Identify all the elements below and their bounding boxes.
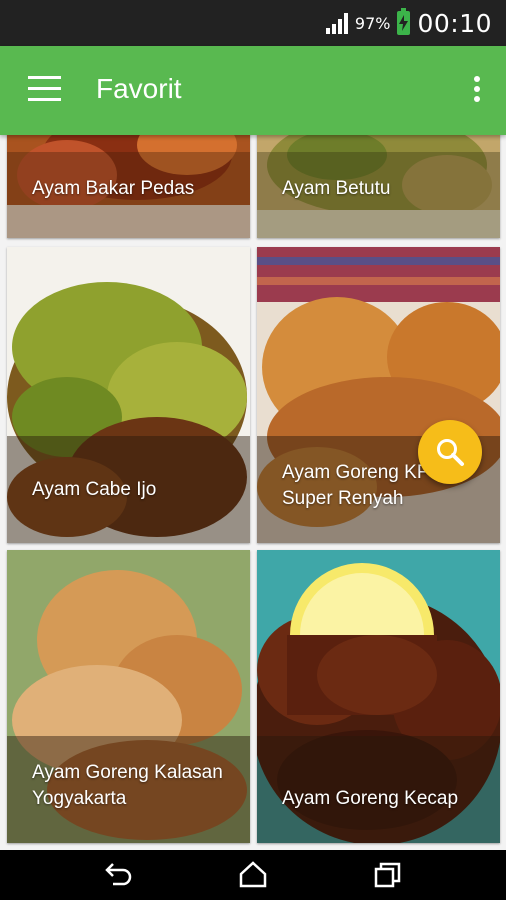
recipe-card[interactable]: Ayam Betutu (257, 135, 500, 238)
recipe-card[interactable]: Ayam Goreng KFC Super Renyah (257, 247, 500, 543)
home-icon[interactable] (235, 858, 271, 892)
app-bar: Favorit (0, 46, 506, 135)
recipe-name: Ayam Bakar Pedas (32, 178, 195, 199)
recipe-name: Ayam Betutu (282, 178, 391, 199)
recipe-card[interactable]: Ayam Goreng Kecap (257, 550, 500, 843)
navigation-bar (0, 850, 506, 900)
recipe-name: Ayam Goreng Kalasan Yogyakarta (32, 762, 223, 809)
overflow-menu-icon[interactable] (462, 72, 492, 112)
favorites-grid: Ayam Bakar Pedas Ayam Betutu Ayam Cabe I… (0, 135, 506, 850)
status-bar: 97% 00:10 (0, 0, 506, 46)
recipe-card[interactable]: Ayam Bakar Pedas (7, 135, 250, 238)
search-icon (437, 439, 464, 466)
recent-apps-icon[interactable] (370, 858, 406, 892)
search-button[interactable] (418, 420, 482, 484)
clock: 00:10 (417, 8, 492, 38)
battery-percent: 97% (354, 13, 391, 33)
recipe-card[interactable]: Ayam Cabe Ijo (7, 247, 250, 543)
recipe-card[interactable]: Ayam Goreng Kalasan Yogyakarta (7, 550, 250, 843)
recipe-name: Ayam Cabe Ijo (32, 479, 157, 500)
page-title: Favorit (96, 73, 182, 104)
recipe-name: Ayam Goreng Kecap (282, 788, 459, 809)
back-icon[interactable] (101, 858, 137, 892)
menu-icon[interactable] (24, 76, 64, 106)
battery-charging-icon (397, 8, 411, 35)
signal-icon (325, 12, 348, 34)
